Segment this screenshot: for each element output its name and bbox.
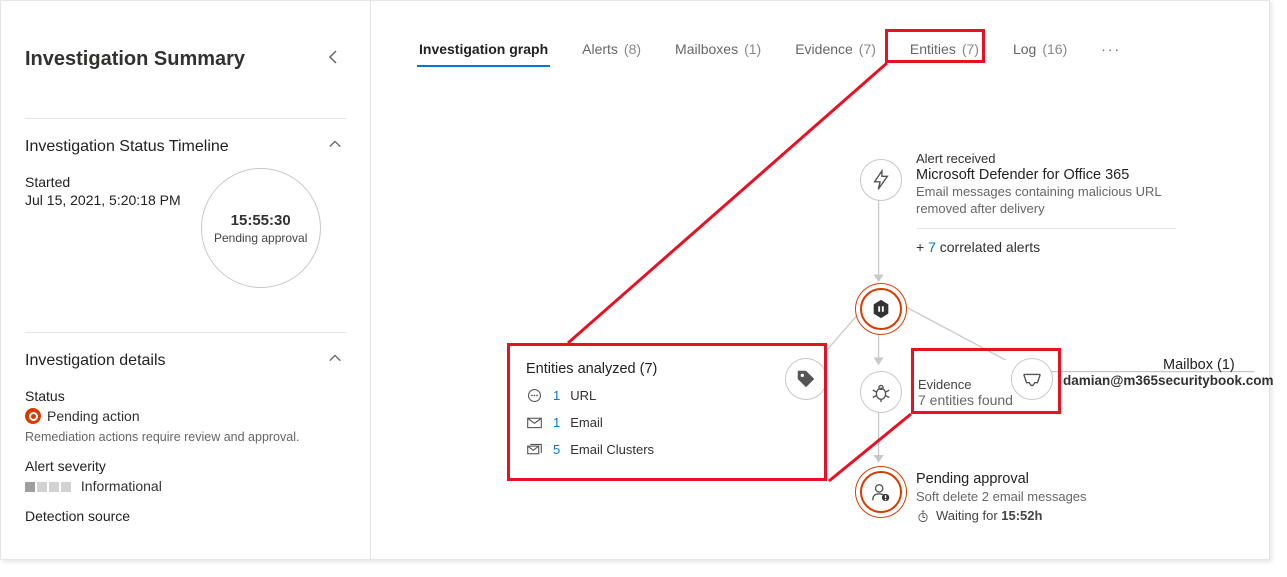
node-alert-received[interactable] bbox=[860, 159, 902, 201]
tab-label: Log bbox=[1013, 41, 1036, 57]
entity-row-email[interactable]: 1 Email bbox=[526, 414, 772, 431]
evidence-count: 7 entities found bbox=[918, 392, 1013, 408]
tab-alerts[interactable]: Alerts (8) bbox=[582, 41, 641, 67]
tab-evidence[interactable]: Evidence (7) bbox=[795, 41, 876, 67]
mail-icon bbox=[526, 414, 543, 431]
status-value: Pending action bbox=[47, 408, 140, 424]
pending-timer: 15:55:30 Pending approval bbox=[201, 168, 321, 288]
alert-description: Email messages containing malicious URL … bbox=[916, 184, 1196, 218]
chevron-up-icon bbox=[328, 351, 342, 365]
tab-label: Alerts bbox=[582, 41, 618, 57]
severity-value: Informational bbox=[81, 478, 162, 494]
node-mailbox[interactable] bbox=[1011, 358, 1053, 400]
inbox-icon bbox=[1021, 368, 1043, 390]
pending-action-icon bbox=[25, 408, 41, 424]
entity-row-url[interactable]: 1 URL bbox=[526, 387, 772, 404]
investigation-summary-sidebar: Investigation Summary Investigation Stat… bbox=[1, 1, 371, 559]
pending-approval-card: Pending approval Soft delete 2 email mes… bbox=[916, 471, 1087, 523]
node-evidence[interactable] bbox=[860, 371, 902, 413]
timeline-heading: Investigation Status Timeline bbox=[25, 138, 229, 156]
investigation-graph: Alert received Microsoft Defender for Of… bbox=[371, 71, 1269, 559]
details-section: Investigation details Status Pending act… bbox=[25, 332, 346, 524]
mailbox-address[interactable]: damian@m365securitybook.com bbox=[1063, 373, 1263, 388]
tag-icon bbox=[795, 368, 817, 390]
alert-received-label: Alert received bbox=[916, 151, 1196, 166]
status-note: Remediation actions require review and a… bbox=[25, 430, 346, 444]
tab-count: (1) bbox=[744, 41, 761, 57]
url-icon bbox=[526, 387, 543, 404]
tab-entities[interactable]: Entities (7) bbox=[910, 41, 979, 67]
pending-approval-label: Pending approval bbox=[916, 471, 1087, 487]
status-label: Status bbox=[25, 388, 346, 404]
collapse-sidebar-button[interactable] bbox=[322, 45, 346, 74]
tab-log[interactable]: Log (16) bbox=[1013, 41, 1067, 67]
evidence-label: Evidence bbox=[918, 377, 1013, 392]
mailbox-card: Mailbox (1) damian@m365securitybook.com bbox=[1063, 357, 1263, 388]
correlated-alerts-link[interactable]: + 7 correlated alerts bbox=[916, 239, 1196, 255]
tab-label: Investigation graph bbox=[419, 41, 548, 57]
severity-label: Alert severity bbox=[25, 458, 346, 474]
user-alert-icon bbox=[870, 481, 892, 503]
tab-count: (7) bbox=[962, 41, 979, 57]
entities-analyzed-card: Entities analyzed (7) 1 URL 1 Email 5 Em… bbox=[526, 351, 786, 478]
alert-received-info: Alert received Microsoft Defender for Of… bbox=[916, 151, 1196, 255]
tab-investigation-graph[interactable]: Investigation graph bbox=[419, 41, 548, 67]
pending-approval-timer: Waiting for 15:52h bbox=[916, 508, 1087, 523]
details-collapse-button[interactable] bbox=[324, 347, 346, 374]
tab-count: (7) bbox=[859, 41, 876, 57]
tab-count: (8) bbox=[624, 41, 641, 57]
started-timestamp: Jul 15, 2021, 5:20:18 PM bbox=[25, 192, 181, 208]
node-pending-approval[interactable] bbox=[860, 471, 902, 513]
severity-bar-icon bbox=[25, 482, 71, 492]
status-value-row: Pending action bbox=[25, 408, 346, 424]
bolt-icon bbox=[870, 169, 892, 191]
tab-bar: Investigation graph Alerts (8) Mailboxes… bbox=[371, 37, 1269, 71]
pending-approval-desc: Soft delete 2 email messages bbox=[916, 489, 1087, 504]
tab-count: (16) bbox=[1042, 41, 1067, 57]
started-label: Started bbox=[25, 174, 181, 190]
severity-value-row: Informational bbox=[25, 478, 346, 494]
node-correlated-alerts[interactable] bbox=[860, 288, 902, 330]
tabs-overflow-button[interactable]: ··· bbox=[1101, 41, 1121, 67]
alert-source: Microsoft Defender for Office 365 bbox=[916, 167, 1196, 183]
hexagon-pause-icon bbox=[870, 298, 892, 320]
entity-row-email-clusters[interactable]: 5 Email Clusters bbox=[526, 441, 772, 458]
timeline-section: Investigation Status Timeline Started Ju… bbox=[25, 118, 346, 288]
mailbox-heading: Mailbox (1) bbox=[1163, 357, 1263, 373]
sidebar-title: Investigation Summary bbox=[25, 48, 245, 71]
chevron-left-icon bbox=[326, 49, 342, 65]
entities-heading: Entities analyzed (7) bbox=[526, 361, 772, 377]
tab-label: Mailboxes bbox=[675, 41, 738, 57]
tab-label: Evidence bbox=[795, 41, 853, 57]
investigation-graph-main: Investigation graph Alerts (8) Mailboxes… bbox=[371, 1, 1269, 559]
detection-source-label: Detection source bbox=[25, 508, 346, 524]
tab-mailboxes[interactable]: Mailboxes (1) bbox=[675, 41, 761, 67]
timer-caption: Pending approval bbox=[214, 231, 307, 245]
details-heading: Investigation details bbox=[25, 352, 166, 370]
bug-icon bbox=[870, 381, 892, 403]
timer-value: 15:55:30 bbox=[231, 212, 291, 229]
timeline-collapse-button[interactable] bbox=[324, 133, 346, 160]
chevron-up-icon bbox=[328, 137, 342, 151]
evidence-card: Evidence 7 entities found bbox=[918, 377, 1013, 408]
tab-label: Entities bbox=[910, 41, 956, 57]
mail-cluster-icon bbox=[526, 441, 543, 458]
stopwatch-icon bbox=[916, 509, 930, 523]
node-entities-analyzed[interactable] bbox=[785, 358, 827, 400]
